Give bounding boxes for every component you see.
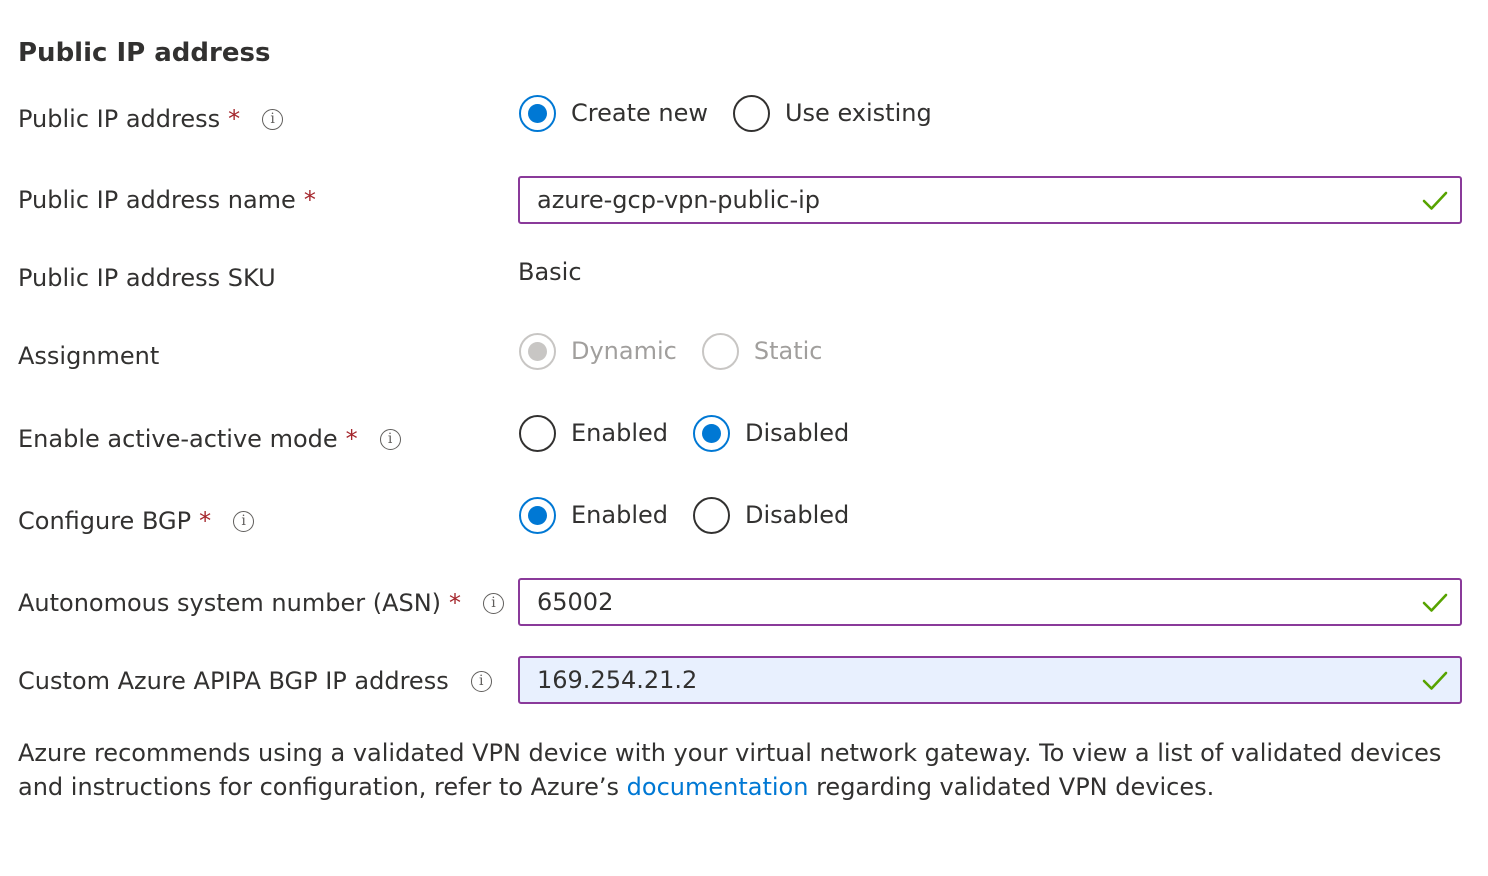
- apipa-input[interactable]: 169.254.21.2: [518, 656, 1462, 704]
- valid-check-icon: [1422, 671, 1448, 690]
- static-radio: [701, 332, 739, 370]
- create-new-radio[interactable]: [519, 94, 556, 132]
- use-existing-radio[interactable]: [732, 94, 770, 132]
- active-active-label-row: Enable active-active mode * i: [18, 421, 401, 457]
- public-ip-label: Public IP address: [18, 105, 221, 133]
- active-active-disabled-label[interactable]: Disabled: [745, 419, 849, 447]
- valid-check-icon: [1422, 593, 1448, 612]
- bgp-enabled-radio[interactable]: [519, 496, 556, 534]
- info-icon[interactable]: i: [379, 428, 401, 450]
- radio-selected-dot: [528, 341, 547, 361]
- radio-selected-dot: [528, 103, 547, 123]
- required-asterisk: *: [199, 507, 212, 535]
- asn-input[interactable]: 65002: [518, 578, 1462, 626]
- public-ip-name-input[interactable]: azure-gcp-vpn-public-ip: [518, 176, 1462, 224]
- configure-bgp-radio-group: Enabled Disabled: [519, 495, 849, 535]
- info-icon[interactable]: i: [262, 108, 284, 130]
- required-asterisk: *: [303, 186, 316, 214]
- public-ip-radio-group: Create new Use existing: [519, 93, 932, 133]
- vpn-device-recommendation: Azure recommends using a validated VPN d…: [18, 736, 1468, 804]
- active-active-disabled-radio[interactable]: [692, 414, 730, 452]
- use-existing-radio-label[interactable]: Use existing: [785, 99, 932, 127]
- public-ip-name-label-row: Public IP address name *: [18, 182, 316, 218]
- info-icon[interactable]: i: [233, 510, 255, 532]
- required-asterisk: *: [449, 589, 462, 617]
- radio-selected-dot: [528, 505, 547, 525]
- apipa-label: Custom Azure APIPA BGP IP address: [18, 667, 449, 695]
- assignment-label-row: Assignment: [18, 338, 159, 374]
- configure-bgp-label: Configure BGP: [18, 507, 192, 535]
- footer-text-after: regarding validated VPN devices.: [808, 773, 1215, 801]
- assignment-label: Assignment: [18, 342, 160, 370]
- apipa-label-row: Custom Azure APIPA BGP IP address i: [18, 663, 492, 699]
- public-ip-name-value[interactable]: azure-gcp-vpn-public-ip: [537, 186, 820, 214]
- dynamic-radio: [519, 332, 556, 370]
- public-ip-sku-label: Public IP address SKU: [18, 264, 276, 292]
- bgp-disabled-radio[interactable]: [692, 496, 730, 534]
- section-title: Public IP address: [18, 38, 271, 68]
- bgp-disabled-label[interactable]: Disabled: [745, 501, 849, 529]
- create-new-radio-label[interactable]: Create new: [571, 99, 708, 127]
- info-icon[interactable]: i: [470, 670, 492, 692]
- public-ip-sku-label-row: Public IP address SKU: [18, 260, 276, 296]
- assignment-radio-group: Dynamic Static: [519, 331, 822, 371]
- asn-label: Autonomous system number (ASN): [18, 589, 442, 617]
- required-asterisk: *: [345, 425, 358, 453]
- valid-check-icon: [1422, 191, 1448, 210]
- active-active-label: Enable active-active mode: [18, 425, 338, 453]
- apipa-value[interactable]: 169.254.21.2: [537, 666, 697, 694]
- public-ip-label-row: Public IP address * i: [18, 101, 284, 137]
- documentation-link[interactable]: documentation: [627, 773, 809, 801]
- active-active-radio-group: Enabled Disabled: [519, 413, 849, 453]
- info-icon[interactable]: i: [483, 592, 505, 614]
- required-asterisk: *: [228, 105, 241, 133]
- radio-selected-dot: [701, 423, 721, 443]
- configure-bgp-label-row: Configure BGP * i: [18, 503, 255, 539]
- public-ip-sku-value: Basic: [518, 258, 582, 286]
- asn-value[interactable]: 65002: [537, 588, 613, 616]
- asn-label-row: Autonomous system number (ASN) * i: [18, 585, 505, 621]
- active-active-enabled-radio[interactable]: [519, 414, 556, 452]
- bgp-enabled-label[interactable]: Enabled: [571, 501, 668, 529]
- public-ip-name-label: Public IP address name: [18, 186, 296, 214]
- static-radio-label: Static: [753, 337, 823, 365]
- active-active-enabled-label[interactable]: Enabled: [571, 419, 668, 447]
- dynamic-radio-label: Dynamic: [571, 337, 677, 365]
